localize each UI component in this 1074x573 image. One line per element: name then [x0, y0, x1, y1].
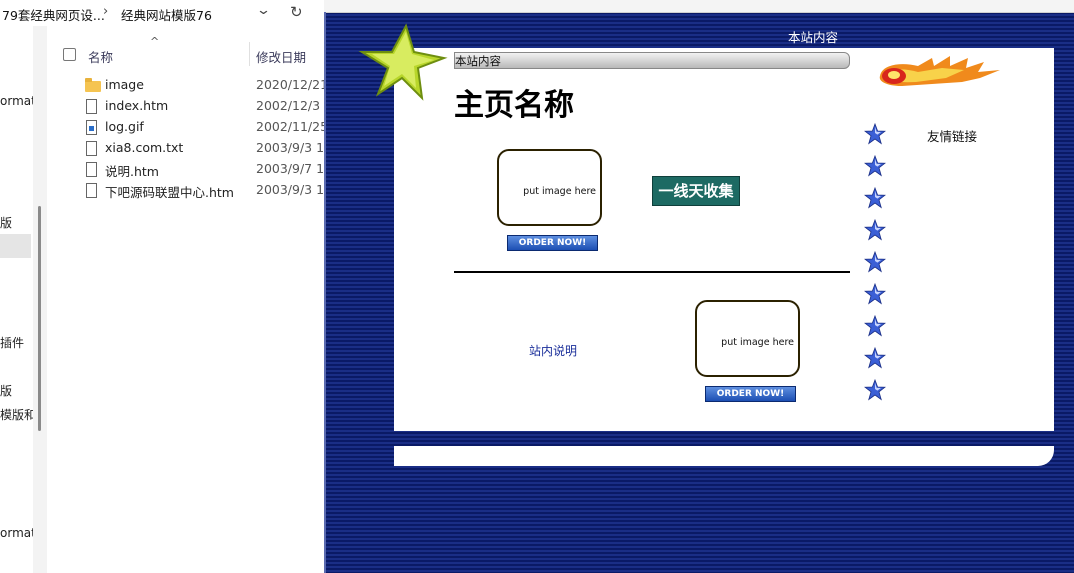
document-icon — [86, 99, 97, 114]
column-header-date[interactable]: 修改日期 — [256, 47, 306, 66]
breadcrumb-parent-folder[interactable]: 79套经典网页设... — [2, 5, 105, 24]
nav-item[interactable]: 模版和 — [0, 406, 36, 423]
page-left-edge — [324, 12, 326, 573]
image-file-icon — [86, 120, 97, 135]
chevron-down-icon[interactable]: ⌄ — [256, 3, 271, 18]
site-description-link[interactable]: 站内说明 — [529, 342, 577, 359]
nav-item[interactable]: 插件 — [0, 334, 24, 351]
file-row[interactable]: xia8.com.txt 2003/9/3 15 — [47, 138, 324, 159]
section-title-bar: 本站内容 — [454, 52, 850, 69]
sort-ascending-icon: ^ — [150, 35, 160, 48]
collector-badge-image: 一线天收集 — [652, 176, 740, 206]
friend-links-heading: 友情链接 — [927, 129, 978, 144]
file-date: 2003/9/3 15 — [256, 140, 324, 155]
image-placeholder-box: put image here — [695, 300, 800, 377]
file-date: 2002/11/25 — [256, 119, 324, 134]
image-placeholder-text: put image here — [721, 337, 794, 348]
order-now-button[interactable]: ORDER NOW! — [705, 386, 796, 402]
nav-item-selected-highlight[interactable] — [0, 234, 31, 258]
star-bullet-icon — [864, 347, 886, 369]
section-title-label: 本站内容 — [455, 54, 501, 68]
content-panel: 本站内容 主页名称 put image here ORDER NOW! 一线天收… — [394, 48, 1054, 431]
star-bullet-icon — [864, 155, 886, 177]
file-name: log.gif — [105, 119, 144, 134]
fireball-logo-icon — [879, 56, 1000, 86]
star-bullet-icon — [864, 251, 886, 273]
refresh-icon[interactable]: ↻ — [290, 3, 303, 21]
file-list: 名称 ^ 修改日期 image 2020/12/21 index.htm 200… — [47, 26, 324, 573]
breadcrumb-separator-icon: › — [103, 4, 109, 19]
browser-viewport: 本站内容 本站内容 主页名称 put image here ORDER NOW!… — [324, 0, 1074, 573]
address-bar[interactable]: 79套经典网页设... › 经典网站模版76 ⌄ ↻ — [0, 0, 324, 26]
nav-item[interactable]: 版 — [0, 214, 12, 231]
file-date: 2002/12/3 2 — [256, 98, 324, 113]
file-name: image — [105, 77, 144, 92]
star-bullet-icon — [864, 315, 886, 337]
document-icon — [86, 141, 97, 156]
file-row[interactable]: index.htm 2002/12/3 2 — [47, 96, 324, 117]
star-bullet-icon — [864, 219, 886, 241]
image-placeholder-text: put image here — [523, 186, 596, 197]
star-bullet-icon — [864, 379, 886, 401]
navigation-pane: ormat 版 插件 版 模版和 ormat — [0, 26, 36, 573]
star-bullet-icon — [864, 283, 886, 305]
footer-bar — [394, 446, 1054, 466]
star-bullet-icon — [864, 123, 886, 145]
file-name: 说明.htm — [105, 164, 159, 179]
nav-item[interactable]: ormat — [0, 94, 36, 108]
file-date: 2020/12/21 — [256, 77, 324, 92]
nav-scrollbar[interactable] — [33, 26, 47, 573]
file-row[interactable]: image 2020/12/21 — [47, 75, 324, 96]
site-header-title: 本站内容 — [788, 30, 839, 45]
green-star-logo-icon — [358, 23, 448, 101]
file-explorer-window: 79套经典网页设... › 经典网站模版76 ⌄ ↻ ormat 版 插件 版 … — [0, 0, 324, 573]
column-divider[interactable] — [249, 42, 250, 66]
folder-icon — [85, 78, 101, 92]
order-now-button[interactable]: ORDER NOW! — [507, 235, 598, 251]
file-date: 2003/9/7 13 — [256, 161, 324, 176]
nav-item[interactable]: ormat — [0, 526, 36, 540]
horizontal-divider — [454, 271, 850, 273]
file-row[interactable]: 下吧源码联盟中心.htm 2003/9/3 15 — [47, 180, 324, 201]
select-all-checkbox[interactable] — [63, 48, 76, 61]
document-icon — [86, 183, 97, 198]
file-name: xia8.com.txt — [105, 140, 184, 155]
column-header-row: 名称 ^ 修改日期 — [47, 26, 324, 66]
file-row[interactable]: 说明.htm 2003/9/7 13 — [47, 159, 324, 180]
bookmarks-bar — [324, 0, 1074, 13]
image-placeholder-box: put image here — [497, 149, 602, 226]
file-name: 下吧源码联盟中心.htm — [105, 185, 234, 200]
scrollbar-thumb[interactable] — [38, 206, 41, 431]
breadcrumb-current-folder[interactable]: 经典网站模版76 — [121, 5, 212, 24]
file-row[interactable]: log.gif 2002/11/25 — [47, 117, 324, 138]
column-header-name[interactable]: 名称 — [88, 47, 113, 66]
document-icon — [86, 162, 97, 177]
star-bullet-icon — [864, 187, 886, 209]
nav-item[interactable]: 版 — [0, 382, 12, 399]
page-title: 主页名称 — [454, 88, 574, 123]
file-date: 2003/9/3 15 — [256, 182, 324, 197]
file-name: index.htm — [105, 98, 169, 113]
